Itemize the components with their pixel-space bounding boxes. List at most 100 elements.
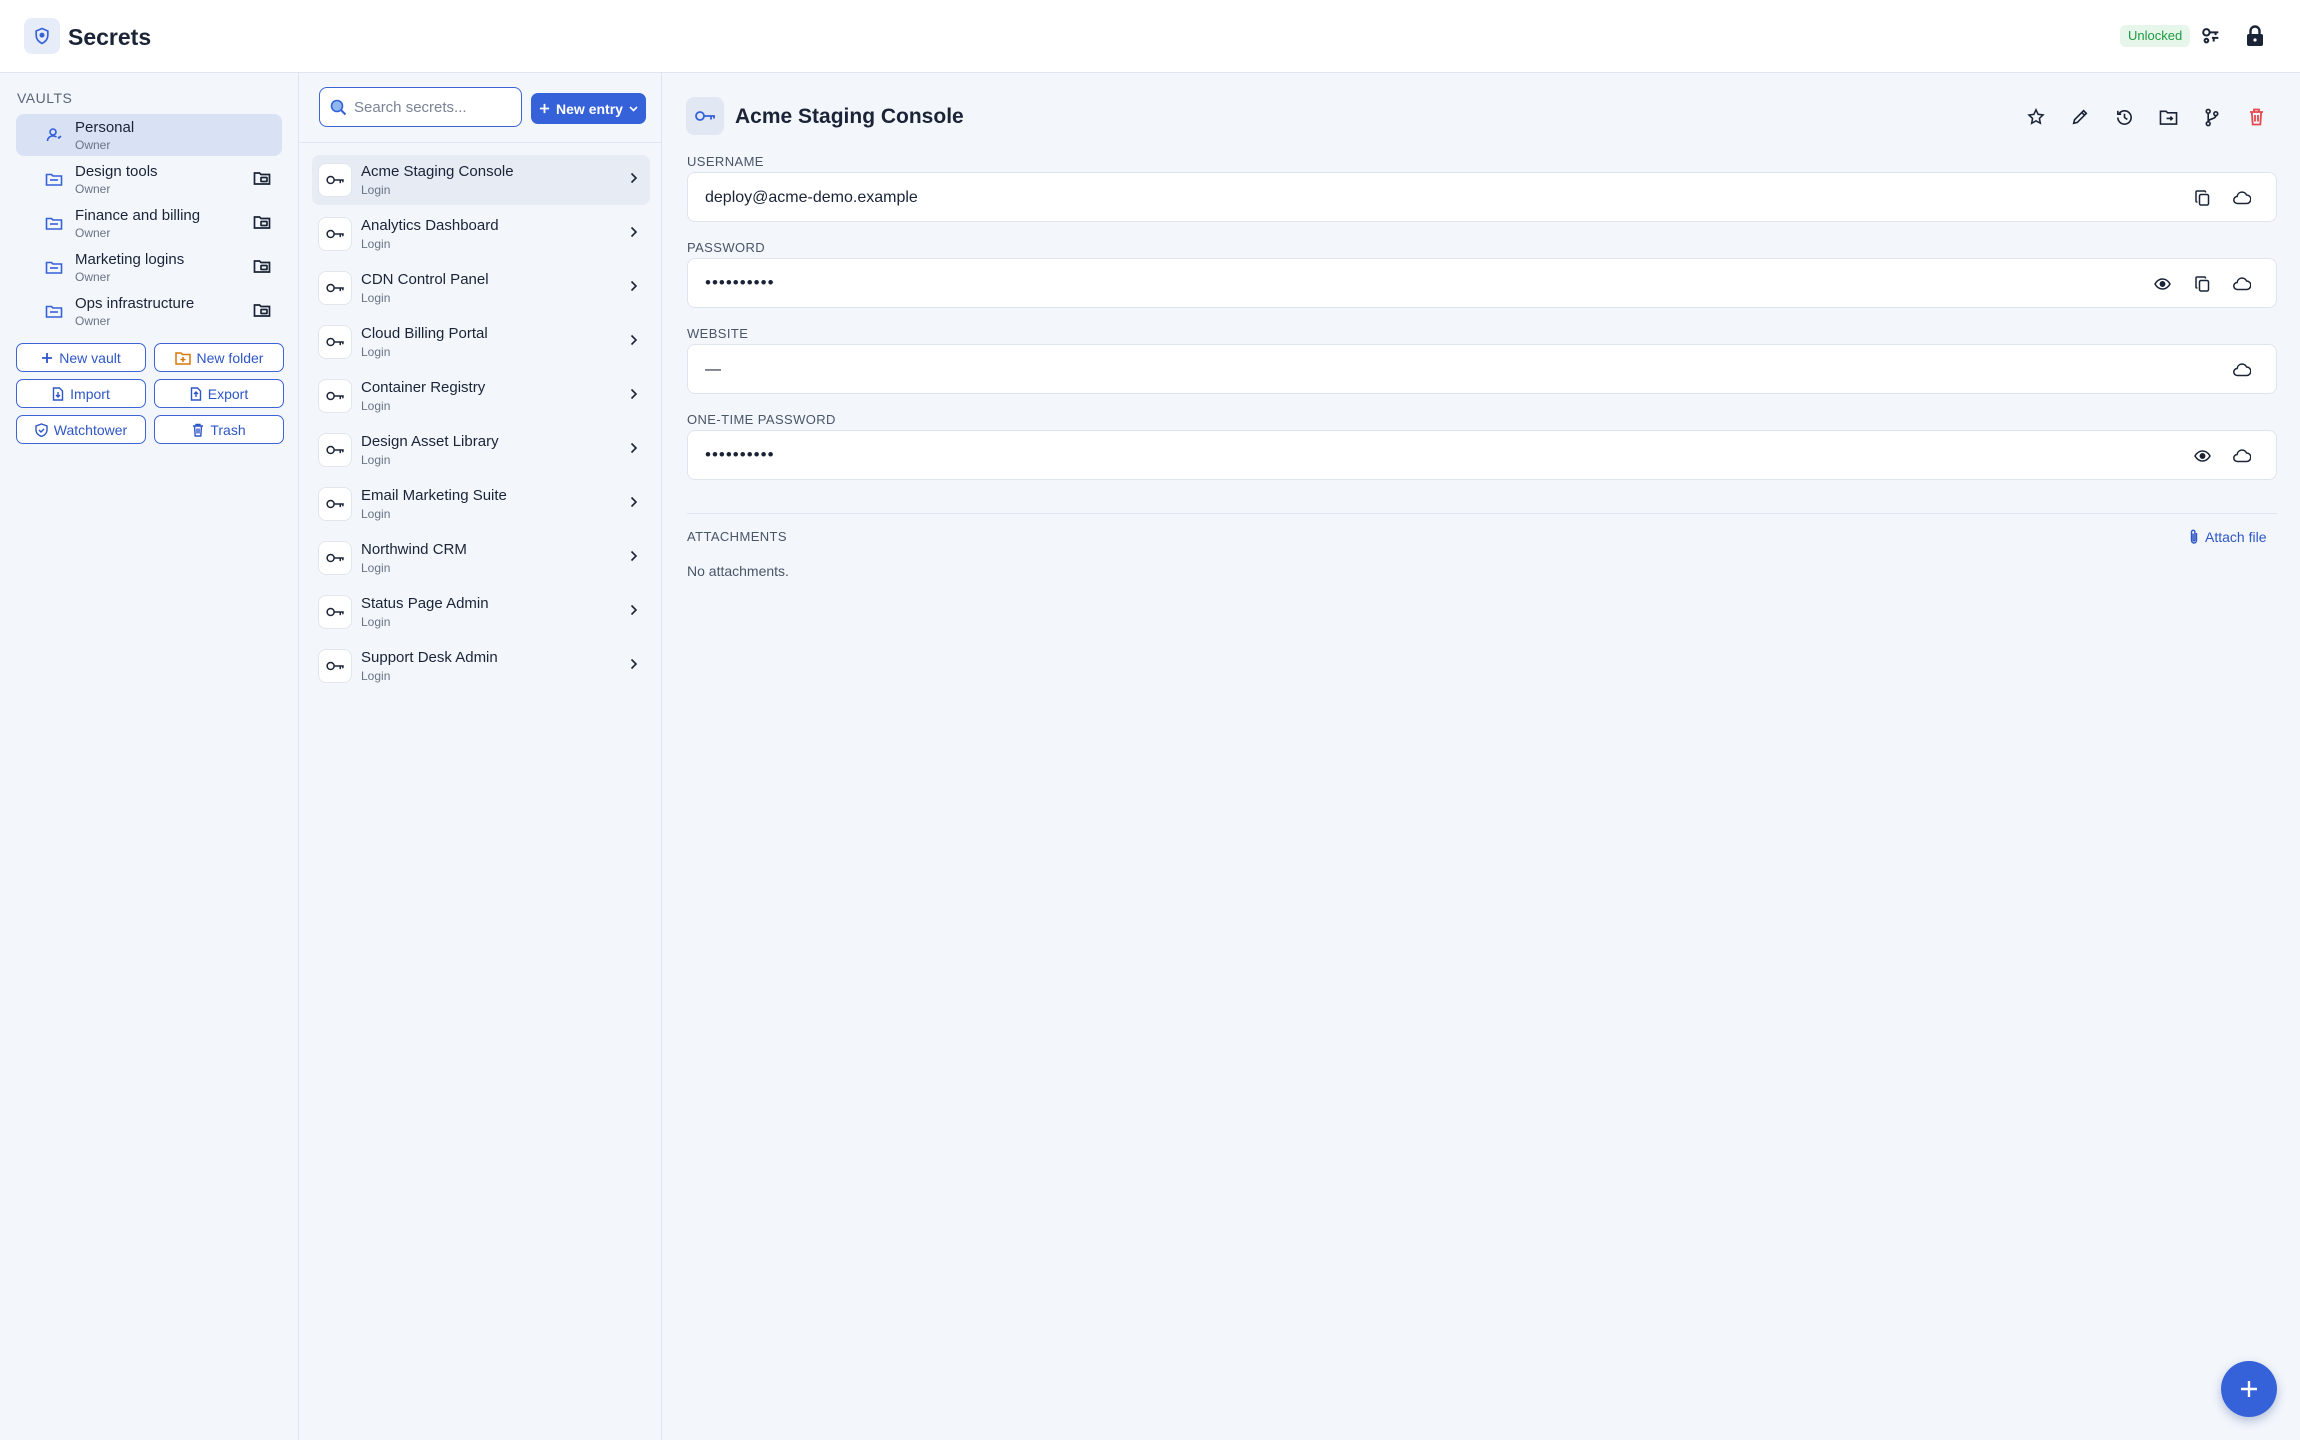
new-vault-button[interactable]: New vault — [16, 343, 146, 372]
vault-item-personal[interactable]: Personal Owner — [16, 114, 282, 156]
entry-name: Design Asset Library — [361, 433, 499, 450]
cloud-icon — [2233, 277, 2251, 291]
entry-key-badge — [686, 97, 724, 135]
folder-move-icon[interactable] — [252, 212, 272, 232]
new-folder-button[interactable]: New folder — [154, 343, 284, 372]
entry-name: Acme Staging Console — [361, 163, 514, 180]
list-item[interactable]: Acme Staging Console Login — [312, 155, 650, 205]
sync-website-button[interactable] — [2231, 359, 2253, 381]
sync-otp-button[interactable] — [2231, 445, 2253, 467]
search-box[interactable] — [319, 87, 522, 127]
username-value[interactable]: deploy@acme-demo.example — [705, 189, 918, 207]
folder-move-icon[interactable] — [252, 300, 272, 320]
chevron-down-icon — [629, 105, 638, 112]
move-to-folder-button[interactable] — [2156, 105, 2180, 129]
import-button[interactable]: Import — [16, 379, 146, 408]
list-item[interactable]: Email Marketing Suite Login — [312, 479, 650, 529]
vault-name: Marketing logins — [75, 251, 185, 268]
vault-item-design-tools[interactable]: Design tools Owner — [16, 158, 282, 200]
lock-icon — [2247, 25, 2263, 46]
entry-type: Login — [361, 237, 391, 251]
website-field[interactable]: — — [687, 344, 2277, 394]
attach-file-button[interactable]: Attach file — [2189, 529, 2266, 545]
lock-button[interactable] — [2242, 23, 2268, 49]
attach-file-label: Attach file — [2205, 529, 2267, 545]
list-item[interactable]: Support Desk Admin Login — [312, 641, 650, 691]
new-entry-button[interactable]: New entry — [531, 93, 646, 124]
eye-icon — [2153, 278, 2171, 290]
folder-move-icon[interactable] — [252, 168, 272, 188]
entry-name: Support Desk Admin — [361, 649, 498, 666]
otp-field[interactable]: •••••••••• — [687, 430, 2277, 480]
add-fab-button[interactable] — [2221, 1361, 2277, 1417]
username-label: USERNAME — [687, 154, 764, 169]
key-icon — [2202, 28, 2219, 44]
entry-type: Login — [361, 561, 391, 575]
username-field[interactable]: deploy@acme-demo.example — [687, 172, 2277, 222]
favorite-button[interactable] — [2024, 105, 2048, 129]
vault-role: Owner — [75, 226, 111, 240]
attachments-divider — [687, 513, 2277, 514]
export-file-icon — [190, 386, 201, 401]
list-item[interactable]: Analytics Dashboard Login — [312, 209, 650, 259]
plus-icon — [539, 103, 550, 114]
list-item[interactable]: CDN Control Panel Login — [312, 263, 650, 313]
cloud-icon — [2233, 191, 2251, 205]
password-field[interactable]: •••••••••• — [687, 258, 2277, 308]
website-value[interactable]: — — [705, 361, 721, 379]
vault-item-ops-infrastructure[interactable]: Ops infrastructure Owner — [16, 290, 282, 332]
copy-username-button[interactable] — [2191, 187, 2213, 209]
entry-icon-badge — [318, 163, 352, 197]
trash-button[interactable]: Trash — [154, 415, 284, 444]
copy-icon — [2194, 276, 2209, 292]
fork-button[interactable] — [2200, 105, 2224, 129]
vaults-section-label: VAULTS — [17, 90, 73, 106]
export-button[interactable]: Export — [154, 379, 284, 408]
list-item[interactable]: Cloud Billing Portal Login — [312, 317, 650, 367]
password-value[interactable]: •••••••••• — [705, 273, 775, 293]
list-item[interactable]: Northwind CRM Login — [312, 533, 650, 583]
key-icon — [326, 229, 344, 239]
key-icon — [695, 111, 715, 121]
otp-label: ONE-TIME PASSWORD — [687, 412, 836, 427]
sync-username-button[interactable] — [2231, 187, 2253, 209]
search-icon — [330, 99, 347, 116]
key-settings-button[interactable] — [2198, 23, 2224, 49]
plus-icon — [42, 352, 53, 363]
history-button[interactable] — [2112, 105, 2136, 129]
list-item[interactable]: Status Page Admin Login — [312, 587, 650, 637]
key-icon — [326, 391, 344, 401]
edit-button[interactable] — [2068, 105, 2092, 129]
entry-icon-badge — [318, 271, 352, 305]
reveal-password-button[interactable] — [2151, 273, 2173, 295]
eye-icon — [2193, 450, 2211, 462]
chevron-right-icon — [630, 658, 638, 670]
status-badge: Unlocked — [2120, 25, 2191, 47]
entry-name: Northwind CRM — [361, 541, 467, 558]
otp-value[interactable]: •••••••••• — [705, 445, 775, 465]
copy-password-button[interactable] — [2191, 273, 2213, 295]
history-icon — [2116, 109, 2132, 125]
list-item[interactable]: Design Asset Library Login — [312, 425, 650, 475]
reveal-otp-button[interactable] — [2191, 445, 2213, 467]
vault-item-marketing-logins[interactable]: Marketing logins Owner — [16, 246, 282, 288]
search-input[interactable] — [354, 96, 514, 118]
chevron-right-icon — [630, 388, 638, 400]
key-icon — [326, 553, 344, 563]
new-vault-label: New vault — [59, 349, 121, 366]
export-label: Export — [207, 385, 249, 402]
entry-title: Acme Staging Console — [735, 105, 964, 128]
sync-password-button[interactable] — [2231, 273, 2253, 295]
entry-type: Login — [361, 183, 391, 197]
vault-item-finance-and-billing[interactable]: Finance and billing Owner — [16, 202, 282, 244]
vault-name: Design tools — [75, 163, 158, 180]
chevron-right-icon — [630, 604, 638, 616]
entry-name: Cloud Billing Portal — [361, 325, 488, 342]
folder-move-icon[interactable] — [252, 256, 272, 276]
list-item[interactable]: Container Registry Login — [312, 371, 650, 421]
watchtower-button[interactable]: Watchtower — [16, 415, 146, 444]
delete-button[interactable] — [2244, 105, 2268, 129]
entry-icon-badge — [318, 487, 352, 521]
trash-icon — [193, 423, 204, 437]
plus-icon — [2241, 1381, 2257, 1397]
